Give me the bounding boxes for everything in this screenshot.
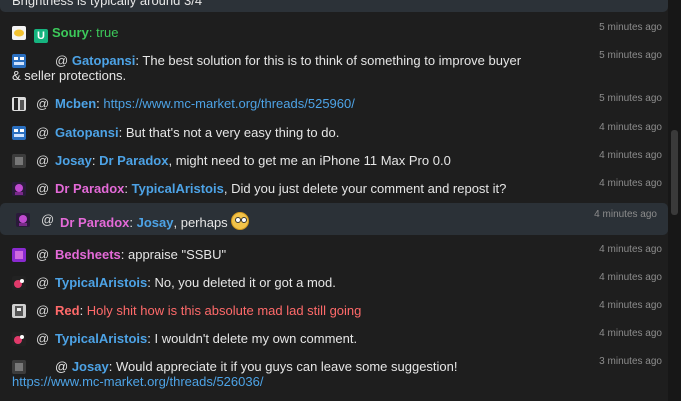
message-body: TypicalAristois: I wouldn't delete my ow… [55, 331, 535, 346]
message-body: U Soury: true [34, 25, 118, 43]
timestamp: 4 minutes ago [599, 272, 662, 283]
timestamp: 5 minutes ago [599, 93, 662, 104]
username[interactable]: Soury [52, 25, 89, 40]
message-body: Gatopansi: But that's not a very easy th… [55, 125, 535, 140]
message-body: @ Gatopansi: The best solution for this … [12, 53, 522, 83]
mention[interactable]: Dr Paradox [99, 153, 168, 168]
timestamp: 5 minutes ago [599, 50, 662, 61]
message-text: , might need to get me an iPhone 11 Max … [168, 153, 451, 168]
avatar[interactable] [12, 26, 26, 40]
timestamp: 4 minutes ago [599, 328, 662, 339]
separator: : [88, 25, 97, 40]
message-body: Red: Holy shit how is this absolute mad … [55, 303, 535, 318]
at-symbol: @ [36, 303, 50, 318]
at-symbol: @ [36, 153, 50, 168]
user-badge-icon: U [34, 29, 48, 43]
at-symbol: @ [55, 53, 69, 68]
message-text: I wouldn't delete my own comment. [154, 331, 358, 346]
username[interactable]: Gatopansi [72, 53, 136, 68]
message-text: true [96, 25, 119, 40]
message-body: @ Josay: Would appreciate it if you guys… [12, 359, 522, 389]
confused-face-emoji-icon [230, 212, 249, 230]
at-symbol: @ [36, 125, 50, 140]
username[interactable]: Josay [72, 359, 109, 374]
timestamp: 3 minutes ago [599, 356, 662, 367]
timestamp: 4 minutes ago [599, 122, 662, 133]
avatar[interactable] [12, 276, 26, 290]
avatar[interactable] [12, 126, 26, 140]
username[interactable]: Dr Paradox [60, 215, 129, 230]
at-symbol: @ [36, 331, 50, 346]
timestamp: 4 minutes ago [599, 300, 662, 311]
message-text: Brightness is typically around 3/4 [12, 0, 203, 8]
separator: : [79, 303, 87, 318]
separator: : [118, 125, 126, 140]
username[interactable]: TypicalAristois [55, 275, 147, 290]
username[interactable]: TypicalAristois [55, 331, 147, 346]
message-body: Mcben: https://www.mc-market.org/threads… [55, 96, 535, 111]
timestamp: 4 minutes ago [599, 244, 662, 255]
message-link[interactable]: https://www.mc-market.org/threads/526036… [12, 374, 263, 389]
mention[interactable]: TypicalAristois [132, 181, 224, 196]
at-symbol: @ [36, 181, 50, 196]
message-text: appraise "SSBU" [127, 247, 227, 262]
message-body: Dr Paradox: TypicalAristois, Did you jus… [55, 181, 535, 196]
avatar[interactable] [12, 182, 26, 196]
username[interactable]: Dr Paradox [55, 181, 124, 196]
message-text: , Did you just delete your comment and r… [223, 181, 507, 196]
message-text: Holy shit how is this absolute mad lad s… [86, 303, 362, 318]
message-text: No, you deleted it or got a mod. [154, 275, 336, 290]
message-text: Would appreciate it if you guys can leav… [115, 359, 458, 374]
avatar[interactable] [12, 248, 26, 262]
username[interactable]: Red [55, 303, 80, 318]
scrollbar-thumb[interactable] [671, 130, 678, 215]
timestamp: 4 minutes ago [599, 178, 662, 189]
separator: : [108, 359, 116, 374]
message-body: Dr Paradox: Josay, perhaps [60, 212, 540, 230]
highlighted-message: Brightness is typically around 3/4 [0, 0, 668, 12]
at-symbol: @ [36, 96, 50, 111]
username[interactable]: Bedsheets [55, 247, 121, 262]
message-body: Josay: Dr Paradox, might need to get me … [55, 153, 535, 168]
at-symbol: @ [36, 247, 50, 262]
username[interactable]: Mcben [55, 96, 96, 111]
at-symbol: @ [41, 212, 55, 227]
highlighted-message: @ Dr Paradox: Josay, perhaps 4 minutes a… [0, 203, 668, 235]
message-body: Bedsheets: appraise "SSBU" [55, 247, 535, 262]
scrollbar[interactable] [668, 0, 681, 401]
message-link[interactable]: https://www.mc-market.org/threads/525960… [103, 96, 354, 111]
message-body: TypicalAristois: No, you deleted it or g… [55, 275, 535, 290]
mention[interactable]: Josay [137, 215, 174, 230]
avatar[interactable] [12, 97, 26, 111]
separator: : [124, 181, 132, 196]
username[interactable]: Gatopansi [55, 125, 119, 140]
avatar[interactable] [16, 213, 30, 227]
avatar[interactable] [12, 304, 26, 318]
message-text: , perhaps [173, 215, 228, 230]
message-text: But that's not a very easy thing to do. [125, 125, 340, 140]
timestamp: 4 minutes ago [599, 150, 662, 161]
at-symbol: @ [55, 359, 69, 374]
chat-pane[interactable]: Brightness is typically around 3/4 U Sour… [0, 0, 668, 401]
at-symbol: @ [36, 275, 50, 290]
timestamp: 5 minutes ago [599, 22, 662, 33]
username[interactable]: Josay [55, 153, 92, 168]
avatar[interactable] [12, 154, 26, 168]
timestamp: 4 minutes ago [594, 209, 657, 220]
avatar[interactable] [12, 332, 26, 346]
separator: : [129, 215, 137, 230]
separator: : [120, 247, 128, 262]
